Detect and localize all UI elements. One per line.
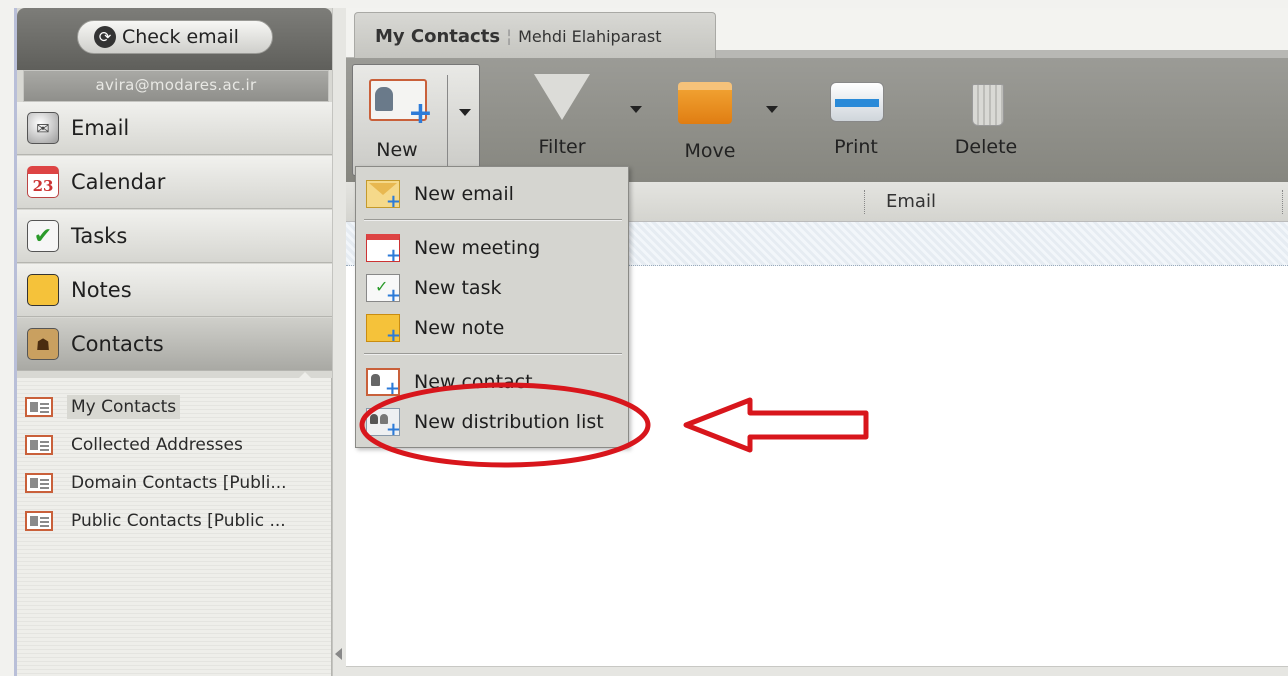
filter-dropdown-arrow-icon[interactable] xyxy=(630,106,642,113)
printer-icon xyxy=(830,82,884,122)
new-email-icon: + xyxy=(366,180,401,211)
new-contact-icon: + xyxy=(366,368,400,398)
notes-icon xyxy=(27,274,59,306)
folder-domain-contacts[interactable]: Domain Contacts [Publi... xyxy=(25,468,287,498)
move-dropdown-arrow-icon[interactable] xyxy=(766,106,778,113)
address-book-icon xyxy=(25,435,53,455)
folder-list: My Contacts Collected Addresses Domain C… xyxy=(17,378,332,676)
print-button[interactable]: Print xyxy=(808,70,904,170)
folder-collected-addresses[interactable]: Collected Addresses xyxy=(25,430,243,460)
new-meeting-icon: + xyxy=(366,234,401,265)
nav-email-label: Email xyxy=(71,116,130,140)
folder-label: My Contacts xyxy=(67,395,181,419)
menu-separator xyxy=(364,353,622,355)
new-distribution-list-icon: + xyxy=(366,408,401,439)
left-panel: ⟳ Check email avira@modares.ac.ir ✉ Emai… xyxy=(14,8,332,676)
menu-item-label: New meeting xyxy=(414,237,541,259)
menu-new-meeting[interactable]: + New meeting xyxy=(366,231,540,265)
calendar-icon: 23 xyxy=(27,166,59,198)
menu-item-label: New contact xyxy=(414,371,533,393)
tab-owner: Mehdi Elahiparast xyxy=(518,27,662,46)
check-email-button[interactable]: ⟳ Check email xyxy=(77,20,273,54)
tab-strip-line xyxy=(716,50,1288,58)
panel-splitter[interactable] xyxy=(332,8,346,676)
folder-label: Collected Addresses xyxy=(71,435,243,455)
app-window: ⟳ Check email avira@modares.ac.ir ✉ Emai… xyxy=(0,0,1288,676)
tab-bar: My Contacts ¦ Mehdi Elahiparast xyxy=(346,8,1288,60)
menu-new-email[interactable]: + New email xyxy=(366,177,514,211)
left-panel-header: ⟳ Check email xyxy=(17,8,332,70)
nav-tasks-label: Tasks xyxy=(71,224,128,248)
column-divider[interactable] xyxy=(1282,190,1283,214)
nav-notes-label: Notes xyxy=(71,278,132,302)
delete-button[interactable]: Delete xyxy=(938,70,1034,170)
menu-item-label: New distribution list xyxy=(414,411,604,433)
new-dropdown-menu: + New email + New meeting + New task + N… xyxy=(355,166,629,448)
folder-move-icon xyxy=(678,82,732,124)
menu-item-label: New task xyxy=(414,277,502,299)
folder-label: Domain Contacts [Publi... xyxy=(71,473,287,493)
refresh-icon: ⟳ xyxy=(94,26,116,48)
column-header-email[interactable]: Email xyxy=(886,191,936,212)
nav-tasks[interactable]: ✔ Tasks xyxy=(17,210,332,263)
nav-email[interactable]: ✉ Email xyxy=(17,102,332,155)
filter-funnel-icon xyxy=(534,74,590,120)
nav-contacts-label: Contacts xyxy=(71,332,164,356)
filter-label: Filter xyxy=(538,136,586,158)
menu-new-contact[interactable]: + New contact xyxy=(366,365,533,399)
check-email-label: Check email xyxy=(122,26,239,48)
menu-new-note[interactable]: + New note xyxy=(366,311,504,345)
new-contact-card-icon: + xyxy=(369,79,433,129)
nav-calendar-label: Calendar xyxy=(71,170,166,194)
column-divider[interactable] xyxy=(864,190,865,214)
menu-item-label: New note xyxy=(414,317,505,339)
delete-label: Delete xyxy=(954,136,1018,158)
address-book-icon xyxy=(25,397,53,417)
horizontal-scrollbar[interactable] xyxy=(346,666,1288,676)
folder-public-contacts[interactable]: Public Contacts [Public ... xyxy=(25,506,286,536)
nav-notes[interactable]: Notes xyxy=(17,264,332,317)
print-label: Print xyxy=(834,136,878,158)
nav-calendar[interactable]: 23 Calendar xyxy=(17,156,332,209)
tab-title: My Contacts xyxy=(375,26,501,47)
address-book-icon xyxy=(25,473,53,493)
filter-button[interactable]: Filter xyxy=(514,70,610,170)
tasks-icon: ✔ xyxy=(27,220,59,252)
new-button[interactable]: + New xyxy=(352,64,480,176)
move-button[interactable]: Move xyxy=(662,70,758,170)
folder-label: Public Contacts [Public ... xyxy=(71,511,286,531)
menu-new-task[interactable]: + New task xyxy=(366,271,501,305)
account-address: avira@modares.ac.ir xyxy=(23,70,329,102)
contacts-icon: ☗ xyxy=(27,328,59,360)
toolbar: + New Filter Move Print Delete xyxy=(346,58,1288,182)
new-dropdown-arrow-icon[interactable] xyxy=(459,109,471,116)
menu-item-label: New email xyxy=(414,183,514,205)
address-book-icon xyxy=(25,511,53,531)
email-icon: ✉ xyxy=(27,112,59,144)
tab-my-contacts[interactable]: My Contacts ¦ Mehdi Elahiparast xyxy=(354,12,716,60)
new-note-icon: + xyxy=(366,314,401,345)
menu-new-distribution-list[interactable]: + New distribution list xyxy=(366,405,604,439)
move-label: Move xyxy=(684,140,736,162)
nav-contacts[interactable]: ☗ Contacts xyxy=(17,318,332,371)
split-divider xyxy=(447,75,448,167)
collapse-arrow-icon[interactable] xyxy=(335,648,342,660)
menu-separator xyxy=(364,219,622,221)
new-task-icon: + xyxy=(366,274,401,305)
folder-my-contacts[interactable]: My Contacts xyxy=(25,392,181,422)
new-button-label: New xyxy=(376,139,418,161)
tab-separator: ¦ xyxy=(506,26,513,47)
trash-icon xyxy=(972,84,1004,126)
